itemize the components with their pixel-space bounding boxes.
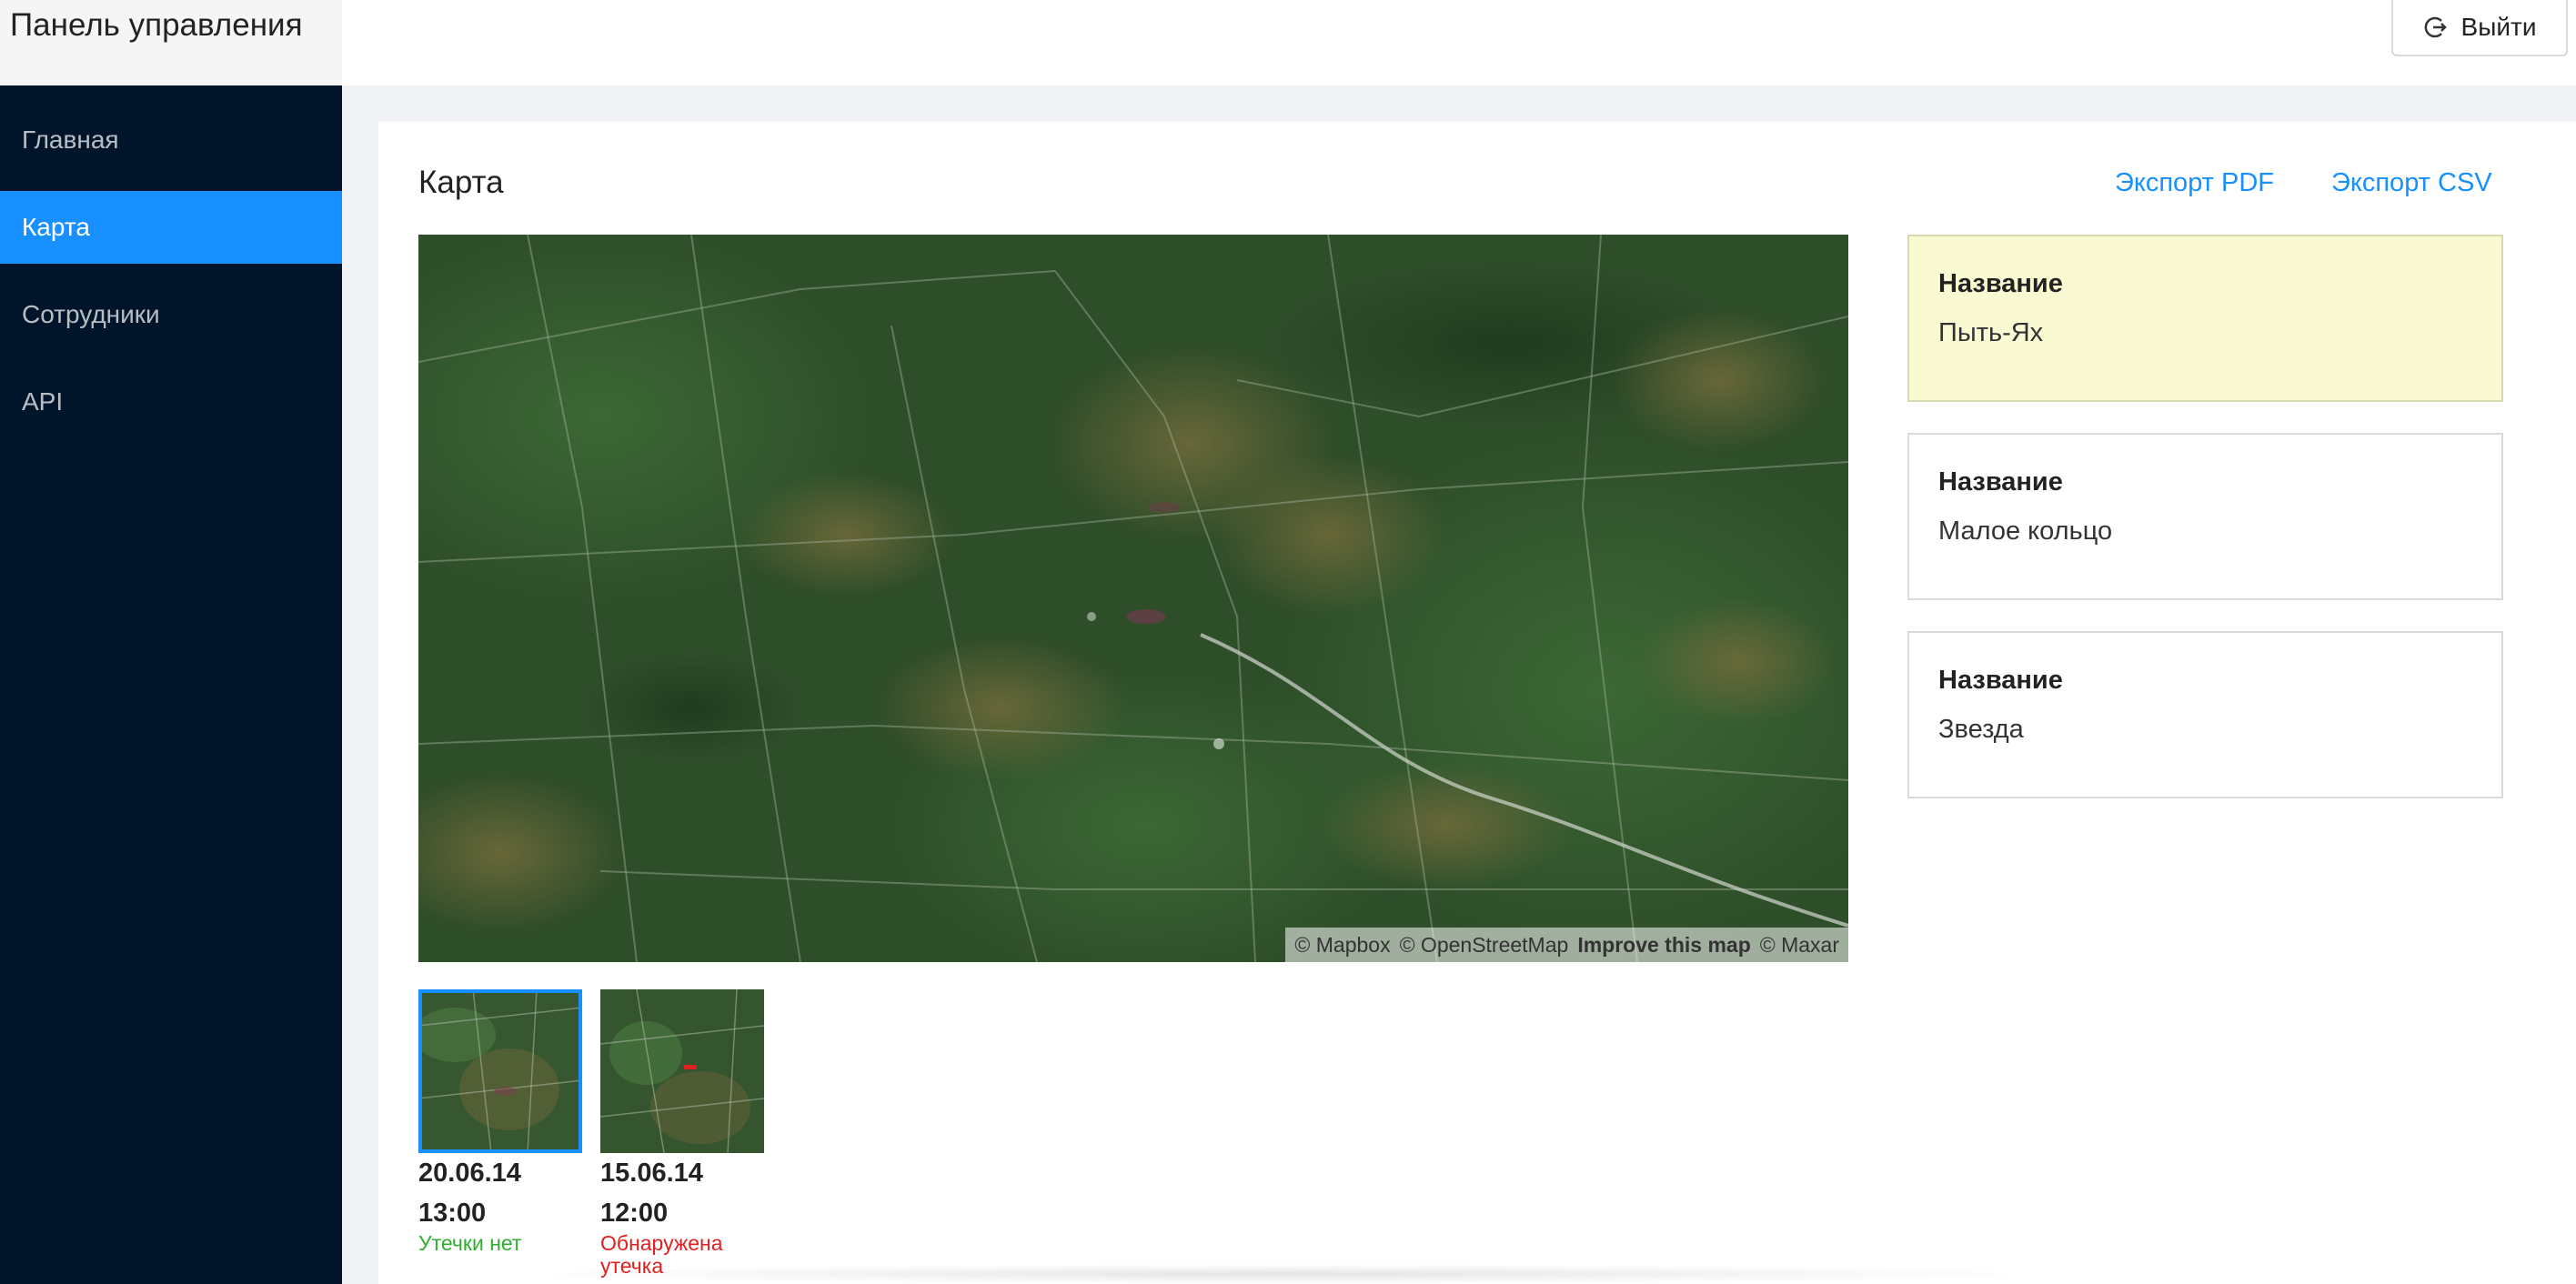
snapshot-thumbnail[interactable] [600, 989, 764, 1153]
page-title: Карта [418, 165, 504, 200]
snapshot-date: 15.06.14 [600, 1159, 703, 1188]
snapshot-thumbnail-selected[interactable] [418, 989, 582, 1153]
sidebar-item-home[interactable]: Главная [0, 104, 342, 176]
snapshot-status: Утечки нет [418, 1231, 522, 1255]
snapshot-time: 13:00 [418, 1199, 487, 1228]
top-bar [342, 0, 2576, 85]
object-name-value: Пыть-Ях [1938, 318, 2044, 347]
snapshot-image [600, 989, 764, 1153]
sidebar-item-label: Карта [22, 213, 90, 241]
logout-icon [2424, 16, 2447, 38]
sidebar-item-label: Главная [22, 125, 119, 154]
satellite-imagery [418, 235, 1848, 962]
osm-attribution-link[interactable]: © OpenStreetMap [1400, 933, 1569, 958]
export-csv-link[interactable]: Экспорт CSV [2331, 168, 2492, 198]
object-card[interactable]: Название Звезда [1907, 631, 2503, 798]
sidebar-item-employees[interactable]: Сотрудники [0, 278, 342, 351]
object-card[interactable]: Название Малое кольцо [1907, 433, 2503, 600]
object-name-label: Название [1938, 269, 2063, 298]
object-card-selected[interactable]: Название Пыть-Ях [1907, 235, 2503, 402]
object-name-value: Малое кольцо [1938, 517, 2113, 546]
sidebar-item-map[interactable]: Карта [0, 191, 342, 264]
sidebar-item-api[interactable]: API [0, 366, 342, 438]
scroll-shadow [509, 1264, 2056, 1284]
sidebar-item-label: Сотрудники [22, 300, 160, 328]
mapbox-attribution-link[interactable]: © Mapbox [1294, 933, 1390, 958]
maxar-attribution-link[interactable]: © Maxar [1760, 933, 1839, 958]
snapshot-date: 20.06.14 [418, 1159, 521, 1188]
satellite-map[interactable]: © Mapbox © OpenStreetMap Improve this ma… [418, 235, 1848, 962]
improve-map-link[interactable]: Improve this map [1577, 933, 1750, 958]
object-name-label: Название [1938, 467, 2063, 497]
sidebar-item-label: API [22, 387, 64, 416]
app-title: Панель управления [10, 7, 303, 43]
brand-area: Панель управления [0, 0, 342, 85]
map-attribution: © Mapbox © OpenStreetMap Improve this ma… [1285, 928, 1848, 962]
export-pdf-link[interactable]: Экспорт PDF [2115, 168, 2274, 198]
object-name-label: Название [1938, 666, 2063, 695]
snapshot-time: 12:00 [600, 1199, 669, 1228]
object-name-value: Звезда [1938, 715, 2024, 744]
logout-label: Выйти [2460, 13, 2537, 41]
sidebar [0, 85, 342, 1284]
snapshot-image [418, 989, 582, 1153]
logout-button[interactable]: Выйти [2391, 0, 2568, 56]
